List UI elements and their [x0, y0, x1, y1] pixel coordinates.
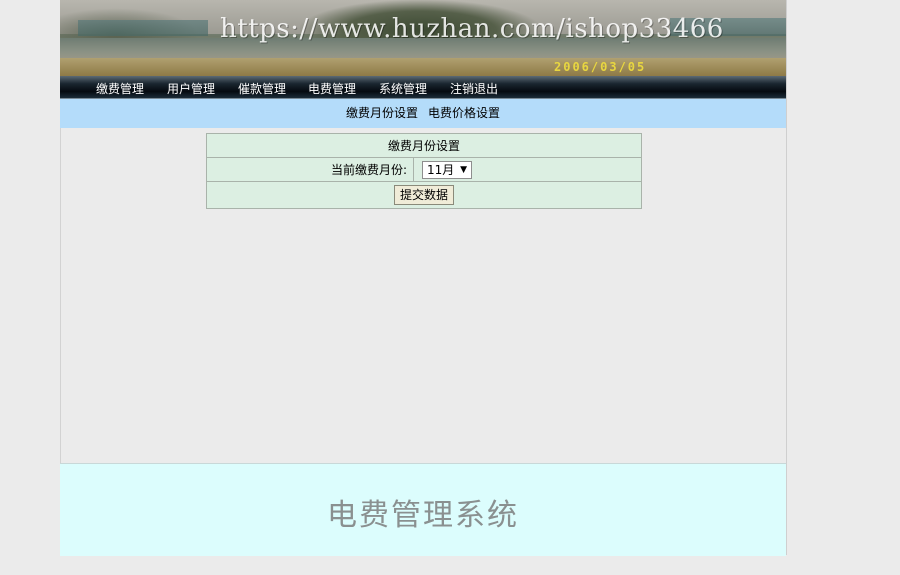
header-banner: https://www.huzhan.com/ishop33466 2006/0…: [60, 0, 786, 76]
form-month-row: 当前缴费月份: 11月 ▼: [206, 157, 642, 182]
content-area: 缴费月份设置 当前缴费月份: 11月 ▼ 提交数据: [60, 128, 786, 463]
submit-button[interactable]: 提交数据: [393, 185, 454, 205]
sub-nav-links: 缴费月份设置 电费价格设置: [60, 99, 786, 128]
nav-item-electricity[interactable]: 电费管理: [308, 80, 356, 97]
banner-date-stamp: 2006/03/05: [554, 60, 647, 74]
footer: 电费管理系统: [60, 463, 786, 556]
form-title-row: 缴费月份设置: [206, 133, 642, 158]
subnav-link-month-setting[interactable]: 缴费月份设置: [346, 106, 418, 120]
nav-item-users[interactable]: 用户管理: [167, 80, 215, 97]
app-frame: https://www.huzhan.com/ishop33466 2006/0…: [60, 0, 787, 556]
dropdown-arrow-icon: ▼: [460, 164, 467, 175]
banner-ground: [60, 58, 786, 76]
month-select[interactable]: 11月 ▼: [422, 160, 472, 179]
month-select-value: 11月: [427, 162, 455, 177]
banner-buildings-left: [78, 20, 208, 36]
form-title: 缴费月份设置: [206, 133, 642, 158]
submit-cell: 提交数据: [206, 181, 642, 209]
footer-system-name: 电费管理系统: [327, 498, 519, 533]
sub-nav-bar: 缴费月份设置 电费价格设置: [60, 99, 786, 128]
nav-item-logout[interactable]: 注销退出: [450, 80, 498, 97]
subnav-link-price-setting[interactable]: 电费价格设置: [428, 106, 500, 120]
nav-item-system[interactable]: 系统管理: [379, 80, 427, 97]
main-nav: 缴费管理 用户管理 催款管理 电费管理 系统管理 注销退出: [60, 76, 786, 99]
form-button-row: 提交数据: [206, 181, 642, 209]
month-label: 当前缴费月份:: [206, 157, 414, 182]
banner-watermark: https://www.huzhan.com/ishop33466: [220, 14, 724, 44]
nav-item-payment[interactable]: 缴费管理: [96, 80, 144, 97]
nav-item-collection[interactable]: 催款管理: [238, 80, 286, 97]
month-value-cell: 11月 ▼: [413, 157, 642, 182]
month-setting-form: 缴费月份设置 当前缴费月份: 11月 ▼ 提交数据: [206, 133, 642, 209]
